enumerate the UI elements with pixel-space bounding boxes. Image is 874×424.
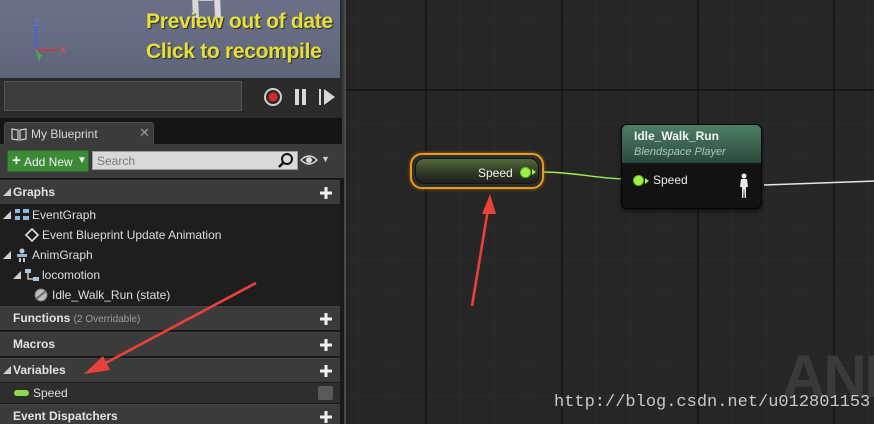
add-event-dispatcher-plus-icon[interactable] xyxy=(318,409,334,424)
tree-item-locomotion[interactable]: locomotion xyxy=(0,265,340,285)
state-icon xyxy=(34,288,48,302)
pause-button[interactable] xyxy=(290,86,312,108)
record-button[interactable] xyxy=(262,86,284,108)
anim-graph-icon xyxy=(17,248,27,262)
tree-item-label: AnimGraph xyxy=(32,248,93,262)
playback-controls xyxy=(0,78,340,118)
speed-input-pin-label: Speed xyxy=(653,173,688,187)
tree-item-event-update-animation[interactable]: Event Blueprint Update Animation xyxy=(0,225,340,245)
variables-section-header[interactable]: Variables xyxy=(0,358,340,382)
add-graph-plus-icon[interactable] xyxy=(318,185,334,201)
add-variable-plus-icon[interactable] xyxy=(318,363,334,379)
float-output-pin[interactable] xyxy=(520,167,531,178)
axis-gizmo-icon: Z X Y xyxy=(34,18,66,62)
pin-arrow-icon xyxy=(532,169,536,175)
blendspace-node-title: Idle_Walk_Run xyxy=(634,129,719,143)
axis-x-label: X xyxy=(60,45,66,55)
blog-url-watermark: http://blog.csdn.net/u012801153 xyxy=(554,393,871,412)
collapse-triangle-icon[interactable] xyxy=(3,211,11,219)
tree-item-label: Event Blueprint Update Animation xyxy=(42,228,222,242)
tab-bar: My Blueprint ✕ xyxy=(0,118,344,144)
chevron-down-icon[interactable]: ▼ xyxy=(321,154,330,164)
macros-section-title: Macros xyxy=(13,337,56,351)
blendspace-node-subtitle: Blendspace Player xyxy=(634,146,726,158)
axis-y-label: Y xyxy=(36,53,42,62)
add-macro-plus-icon[interactable] xyxy=(318,337,334,353)
speed-node-body: Speed xyxy=(415,158,539,184)
state-machine-icon xyxy=(25,269,39,281)
animation-preview: Z X Y Preview out of date Click to recom… xyxy=(0,0,344,118)
chevron-down-icon: ▼ xyxy=(77,155,87,166)
blueprint-toolbar: + Add New ▼ ▼ xyxy=(0,144,344,178)
float-variable-pill-icon xyxy=(14,390,29,396)
pin-arrow-icon xyxy=(645,178,649,184)
event-dispatchers-section-header[interactable]: Event Dispatchers xyxy=(0,404,340,424)
collapse-triangle-icon[interactable] xyxy=(3,366,11,374)
event-graph-icon xyxy=(15,209,29,220)
blendspace-player-node[interactable]: Idle_Walk_Run Blendspace Player Speed xyxy=(621,124,762,209)
plus-icon: + xyxy=(12,152,21,169)
collapse-triangle-icon[interactable] xyxy=(13,271,21,279)
macros-section-header[interactable]: Macros xyxy=(0,332,340,356)
tree-item-label: EventGraph xyxy=(32,208,97,222)
graphs-tree: EventGraph Event Blueprint Update Animat… xyxy=(0,205,340,305)
speed-input-pin[interactable] xyxy=(633,175,644,186)
search-icon[interactable] xyxy=(277,152,295,169)
variable-row-speed[interactable]: Speed xyxy=(0,383,340,403)
add-function-plus-icon[interactable] xyxy=(318,311,334,327)
tree-item-event-graph[interactable]: EventGraph xyxy=(0,205,340,225)
tree-item-label: locomotion xyxy=(42,268,101,282)
functions-label: Functions xyxy=(13,311,71,325)
variable-visibility-icon[interactable] xyxy=(318,386,333,400)
event-dispatchers-section-title: Event Dispatchers xyxy=(13,409,118,423)
search-box xyxy=(92,151,298,170)
event-diamond-icon xyxy=(24,228,40,242)
timeline-scrubber[interactable] xyxy=(4,81,242,111)
add-new-label: Add New xyxy=(24,155,73,169)
variable-name: Speed xyxy=(33,386,68,400)
functions-section-title: Functions (2 Overridable) xyxy=(13,311,140,325)
functions-overridable-count: (2 Overridable) xyxy=(73,314,141,325)
search-input[interactable] xyxy=(93,152,279,169)
add-new-button[interactable]: + Add New ▼ xyxy=(7,150,89,172)
tree-item-anim-graph[interactable]: AnimGraph xyxy=(0,245,340,265)
pose-output-pin-icon[interactable] xyxy=(738,173,750,199)
tab-my-blueprint[interactable]: My Blueprint ✕ xyxy=(4,122,154,144)
play-button[interactable] xyxy=(316,86,338,108)
close-tab-icon[interactable]: ✕ xyxy=(139,125,150,141)
tree-item-label: Idle_Walk_Run (state) xyxy=(52,288,171,302)
preview-viewport[interactable]: Z X Y Preview out of date Click to recom… xyxy=(0,0,340,78)
collapse-triangle-icon[interactable] xyxy=(3,251,11,259)
graphs-section-title: Graphs xyxy=(13,185,56,199)
view-options-eye-icon[interactable] xyxy=(300,153,318,167)
my-blueprint-panel: Z X Y Preview out of date Click to recom… xyxy=(0,0,344,424)
blendspace-node-header: Idle_Walk_Run Blendspace Player xyxy=(622,125,761,163)
collapse-triangle-icon[interactable] xyxy=(3,188,11,196)
anim-graph-canvas[interactable]: Speed Idle_Walk_Run Blendspace Player Sp… xyxy=(344,0,874,424)
variables-section-title: Variables xyxy=(13,363,66,377)
book-icon xyxy=(11,128,27,141)
tab-label: My Blueprint xyxy=(31,127,98,141)
functions-section-header[interactable]: Functions (2 Overridable) xyxy=(0,306,340,330)
axis-z-label: Z xyxy=(34,18,40,28)
tree-item-idle-walk-run-state[interactable]: Idle_Walk_Run (state) xyxy=(0,285,340,305)
speed-getter-node[interactable]: Speed xyxy=(410,153,544,189)
graphs-section-header[interactable]: Graphs xyxy=(0,180,340,204)
click-to-recompile-text[interactable]: Click to recompile xyxy=(146,40,322,64)
preview-out-of-date-text[interactable]: Preview out of date xyxy=(146,10,333,34)
speed-node-label: Speed xyxy=(478,166,513,180)
